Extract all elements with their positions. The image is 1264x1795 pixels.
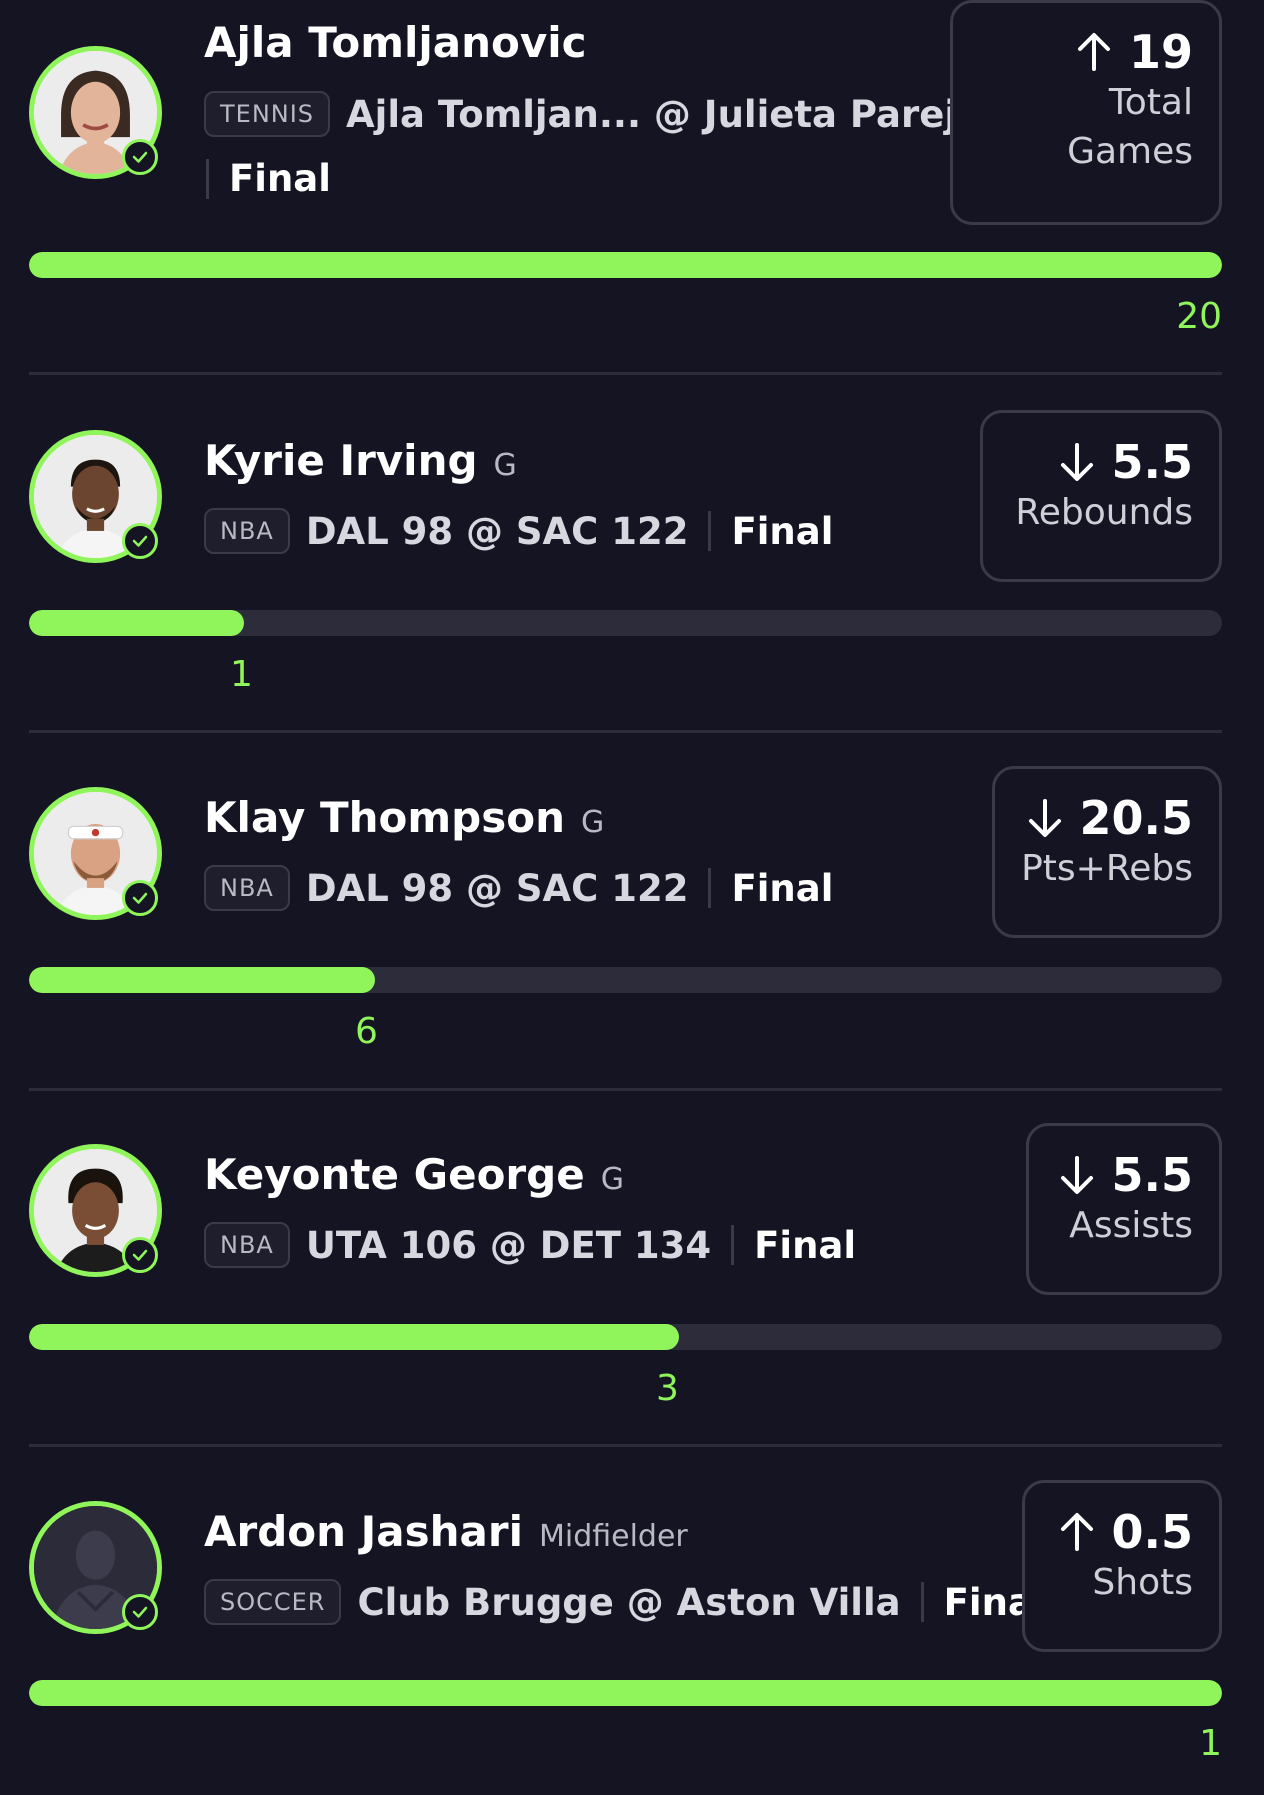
actual-result: 3 bbox=[656, 1368, 679, 1409]
avatar bbox=[29, 430, 162, 563]
avatar bbox=[29, 1501, 162, 1634]
arrow-down-icon bbox=[1028, 799, 1061, 837]
actual-result: 6 bbox=[355, 1011, 378, 1052]
progress-bar bbox=[29, 1324, 1222, 1350]
game-info: TENNIS Ajla Tomljan... @ Julieta Pareja bbox=[204, 91, 982, 137]
divider bbox=[29, 730, 1222, 733]
divider bbox=[29, 372, 1222, 375]
avatar bbox=[29, 46, 162, 179]
player-name: Klay Thompson bbox=[204, 793, 565, 842]
progress-fill bbox=[29, 252, 1222, 278]
player-name-row: Ajla Tomljanovic bbox=[204, 18, 587, 67]
pick-card[interactable]: Ajla Tomljanovic TENNIS Ajla Tomljan... … bbox=[0, 0, 1264, 356]
pick-card[interactable]: Ardon Jashari Midfielder SOCCER Club Bru… bbox=[0, 1455, 1264, 1795]
player-name: Ardon Jashari bbox=[204, 1507, 523, 1556]
progress-bar bbox=[29, 610, 1222, 636]
matchup: DAL 98 @ SAC 122 bbox=[305, 509, 689, 553]
league-badge: TENNIS bbox=[204, 91, 331, 137]
stat-type: Rebounds bbox=[1015, 492, 1193, 533]
progress-fill bbox=[29, 610, 244, 636]
line-box: 20.5 Pts+Rebs bbox=[992, 766, 1222, 938]
line-value: 20.5 bbox=[1079, 791, 1194, 845]
player-name: Ajla Tomljanovic bbox=[204, 18, 587, 67]
league-badge: NBA bbox=[204, 1222, 290, 1268]
player-position: G bbox=[600, 1162, 624, 1197]
league-badge: SOCCER bbox=[204, 1579, 342, 1625]
actual-result: 1 bbox=[230, 654, 253, 695]
check-circle-icon bbox=[122, 1594, 158, 1630]
game-status: Final bbox=[731, 866, 834, 910]
progress-fill bbox=[29, 1324, 680, 1350]
player-name-row: Ardon Jashari Midfielder bbox=[204, 1507, 688, 1556]
divider bbox=[920, 1582, 924, 1622]
stat-type: Pts+Rebs bbox=[1021, 848, 1193, 889]
game-status: Final bbox=[229, 157, 331, 200]
divider bbox=[731, 1225, 735, 1265]
arrow-down-icon bbox=[1060, 1156, 1093, 1194]
check-circle-icon bbox=[122, 523, 158, 559]
avatar bbox=[29, 787, 162, 920]
pick-card[interactable]: Klay Thompson G NBA DAL 98 @ SAC 122 Fin… bbox=[0, 741, 1264, 1097]
league-badge: NBA bbox=[204, 865, 290, 911]
player-position: G bbox=[493, 448, 517, 483]
league-badge: NBA bbox=[204, 508, 290, 554]
player-name-row: Kyrie Irving G bbox=[204, 436, 517, 485]
line-box: 5.5 Assists bbox=[1026, 1123, 1222, 1295]
progress-bar bbox=[29, 1680, 1222, 1706]
pick-list: Ajla Tomljanovic TENNIS Ajla Tomljan... … bbox=[0, 0, 1264, 1795]
progress-fill bbox=[29, 1680, 1222, 1706]
line-box: 5.5 Rebounds bbox=[980, 410, 1222, 582]
player-position: Midfielder bbox=[538, 1519, 688, 1554]
status-row: Final bbox=[206, 157, 331, 200]
divider bbox=[708, 868, 712, 908]
avatar bbox=[29, 1144, 162, 1277]
actual-result: 1 bbox=[1199, 1723, 1222, 1764]
pick-card[interactable]: Keyonte George G NBA UTA 106 @ DET 134 F… bbox=[0, 1098, 1264, 1454]
player-name-row: Keyonte George G bbox=[204, 1150, 624, 1199]
player-name-row: Klay Thompson G bbox=[204, 793, 604, 842]
stat-type: Shots bbox=[1092, 1562, 1193, 1603]
check-circle-icon bbox=[122, 880, 158, 916]
actual-result: 20 bbox=[1176, 296, 1222, 337]
matchup: DAL 98 @ SAC 122 bbox=[305, 866, 689, 910]
matchup: Ajla Tomljan... @ Julieta Pareja bbox=[346, 92, 982, 136]
game-status: Final bbox=[731, 509, 834, 553]
pick-card[interactable]: Kyrie Irving G NBA DAL 98 @ SAC 122 Fina… bbox=[0, 384, 1264, 740]
player-name: Kyrie Irving bbox=[204, 436, 478, 485]
check-circle-icon bbox=[122, 139, 158, 175]
arrow-down-icon bbox=[1060, 443, 1093, 481]
game-info: NBA DAL 98 @ SAC 122 Final bbox=[204, 508, 833, 554]
player-name: Keyonte George bbox=[204, 1150, 585, 1199]
game-info: SOCCER Club Brugge @ Aston Villa Final bbox=[204, 1579, 1046, 1625]
stat-type-line2: Games bbox=[1067, 130, 1193, 172]
stat-type: Assists bbox=[1069, 1205, 1193, 1246]
progress-bar bbox=[29, 252, 1222, 278]
arrow-up-icon bbox=[1060, 1513, 1093, 1551]
line-box: 19 Total Games bbox=[950, 0, 1222, 225]
matchup: UTA 106 @ DET 134 bbox=[305, 1223, 712, 1267]
line-value: 0.5 bbox=[1111, 1505, 1194, 1559]
check-circle-icon bbox=[122, 1237, 158, 1273]
arrow-up-icon bbox=[1077, 33, 1110, 71]
game-info: NBA DAL 98 @ SAC 122 Final bbox=[204, 865, 833, 911]
game-status: Final bbox=[754, 1223, 857, 1267]
progress-fill bbox=[29, 967, 375, 993]
divider bbox=[206, 158, 209, 199]
divider bbox=[29, 1444, 1222, 1447]
stat-type: Total bbox=[1108, 82, 1193, 123]
line-value: 5.5 bbox=[1111, 435, 1194, 489]
line-box: 0.5 Shots bbox=[1022, 1480, 1222, 1652]
game-info: NBA UTA 106 @ DET 134 Final bbox=[204, 1222, 856, 1268]
progress-bar bbox=[29, 967, 1222, 993]
line-value: 5.5 bbox=[1111, 1148, 1194, 1202]
line-value: 19 bbox=[1128, 25, 1193, 79]
divider bbox=[29, 1088, 1222, 1091]
matchup: Club Brugge @ Aston Villa bbox=[357, 1580, 901, 1624]
divider bbox=[708, 511, 712, 551]
player-position: G bbox=[580, 805, 605, 840]
